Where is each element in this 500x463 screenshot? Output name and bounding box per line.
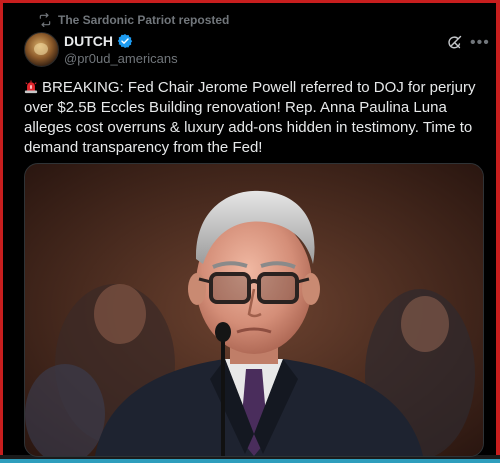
window-border-top [0, 0, 500, 3]
more-icon[interactable]: ••• [470, 34, 489, 52]
window-border-bottom [0, 459, 500, 463]
grok-icon[interactable] [446, 34, 463, 51]
author-handle[interactable]: @pr0ud_americans [64, 51, 178, 66]
repost-context[interactable]: The Sardonic Patriot reposted [38, 13, 229, 27]
tweet-text: BREAKING: Fed Chair Jerome Powell referr… [24, 78, 484, 158]
photo-illustration [25, 164, 483, 456]
repost-icon [39, 13, 51, 27]
author-display-name[interactable]: DUTCH [64, 33, 113, 49]
author-name-row[interactable]: DUTCH [64, 33, 133, 49]
tweet-body: BREAKING: Fed Chair Jerome Powell referr… [24, 79, 476, 156]
repost-label: The Sardonic Patriot reposted [58, 13, 230, 27]
siren-emoji-icon [24, 80, 38, 94]
tweet-media-image[interactable] [24, 163, 484, 457]
avatar[interactable] [24, 32, 59, 67]
window-border-left [0, 0, 3, 463]
verified-badge-icon [117, 34, 133, 48]
window-border-right [496, 0, 500, 463]
